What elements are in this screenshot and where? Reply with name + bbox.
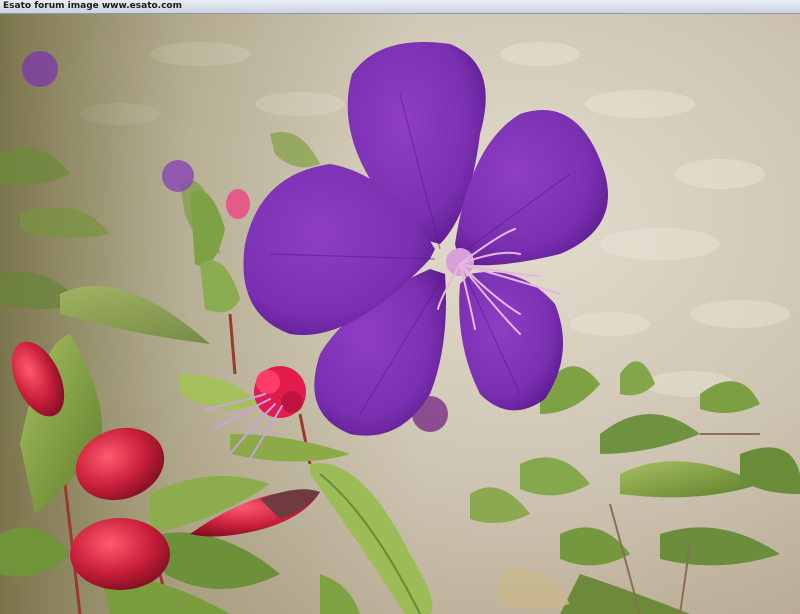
caption-bar: Esato forum image www.esato.com	[0, 0, 800, 14]
image-frame: Esato forum image www.esato.com	[0, 0, 800, 614]
flower-center	[446, 248, 474, 276]
flower-photo	[0, 14, 800, 614]
caption-text: Esato forum image www.esato.com	[3, 1, 182, 11]
